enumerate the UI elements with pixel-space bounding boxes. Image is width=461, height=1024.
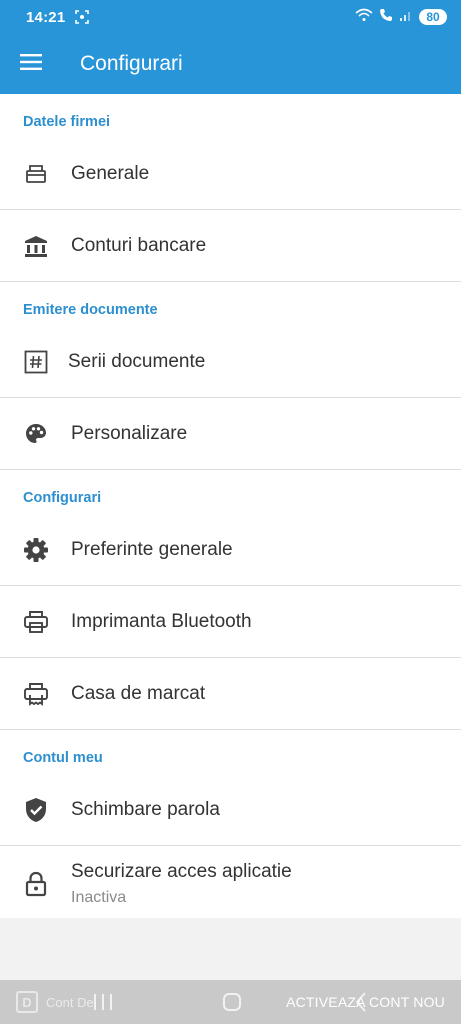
printer-icon	[22, 608, 50, 636]
item-label: Serii documente	[68, 350, 206, 372]
demo-badge: D	[16, 991, 38, 1013]
shield-check-icon	[22, 796, 50, 824]
secure-access-status: Inactiva	[71, 888, 127, 906]
item-label: Imprimanta Bluetooth	[71, 610, 252, 632]
hamburger-icon	[20, 53, 42, 75]
signal-icon	[399, 8, 413, 27]
menu-button[interactable]	[0, 34, 62, 94]
item-customize[interactable]: Personalizare	[0, 398, 461, 470]
item-label: Securizare acces aplicatie	[71, 860, 292, 882]
cash-register-icon	[22, 680, 50, 708]
status-right: 80	[355, 8, 447, 27]
settings-list: Datele firmei Generale Conturi bancare E…	[0, 94, 461, 922]
empty-area	[0, 918, 461, 980]
section-header-settings: Configurari	[23, 490, 102, 506]
item-label: Preferinte generale	[71, 538, 233, 560]
page-title: Configurari	[80, 52, 183, 75]
demo-account-indicator: D Cont De	[16, 991, 94, 1013]
screenshot-icon	[75, 10, 90, 24]
home-icon[interactable]	[221, 991, 243, 1018]
secure-access-text: Securizare acces aplicatie Inactiva	[71, 861, 292, 907]
demo-label: Cont De	[46, 994, 94, 1010]
item-label: Schimbare parola	[71, 798, 220, 820]
item-label: Conturi bancare	[71, 234, 207, 256]
palette-icon	[22, 420, 50, 448]
item-change-password[interactable]: Schimbare parola	[0, 774, 461, 846]
recents-icon[interactable]	[92, 992, 114, 1017]
call-icon	[379, 8, 393, 27]
item-general-preferences[interactable]: Preferinte generale	[0, 514, 461, 586]
wifi-icon	[355, 8, 373, 27]
item-label: Personalizare	[71, 422, 188, 444]
item-bank-accounts[interactable]: Conturi bancare	[0, 210, 461, 282]
item-label: Generale	[71, 162, 150, 184]
hash-box-icon	[22, 348, 50, 376]
item-secure-access[interactable]: Securizare acces aplicatie Inactiva	[0, 846, 461, 922]
gear-icon	[22, 536, 50, 564]
section-header-company: Datele firmei	[23, 114, 111, 130]
status-bar: 14:21 80	[0, 0, 461, 34]
status-time: 14:21	[26, 8, 66, 26]
bottom-bar: D Cont De ACTIVEAZA CONT NOU	[0, 980, 461, 1024]
item-document-series[interactable]: Serii documente	[0, 326, 461, 398]
bank-icon	[22, 232, 50, 260]
battery-indicator: 80	[419, 9, 447, 25]
company-icon	[22, 160, 50, 188]
section-header-documents: Emitere documente	[23, 302, 158, 318]
lock-icon	[22, 870, 50, 898]
item-cash-register[interactable]: Casa de marcat	[0, 658, 461, 730]
item-bluetooth-printer[interactable]: Imprimanta Bluetooth	[0, 586, 461, 658]
app-bar: Configurari	[0, 34, 461, 94]
activate-account-button[interactable]: ACTIVEAZA CONT NOU	[286, 994, 445, 1010]
section-header-account: Contul meu	[23, 750, 103, 766]
item-label: Casa de marcat	[71, 682, 206, 704]
item-general[interactable]: Generale	[0, 138, 461, 210]
